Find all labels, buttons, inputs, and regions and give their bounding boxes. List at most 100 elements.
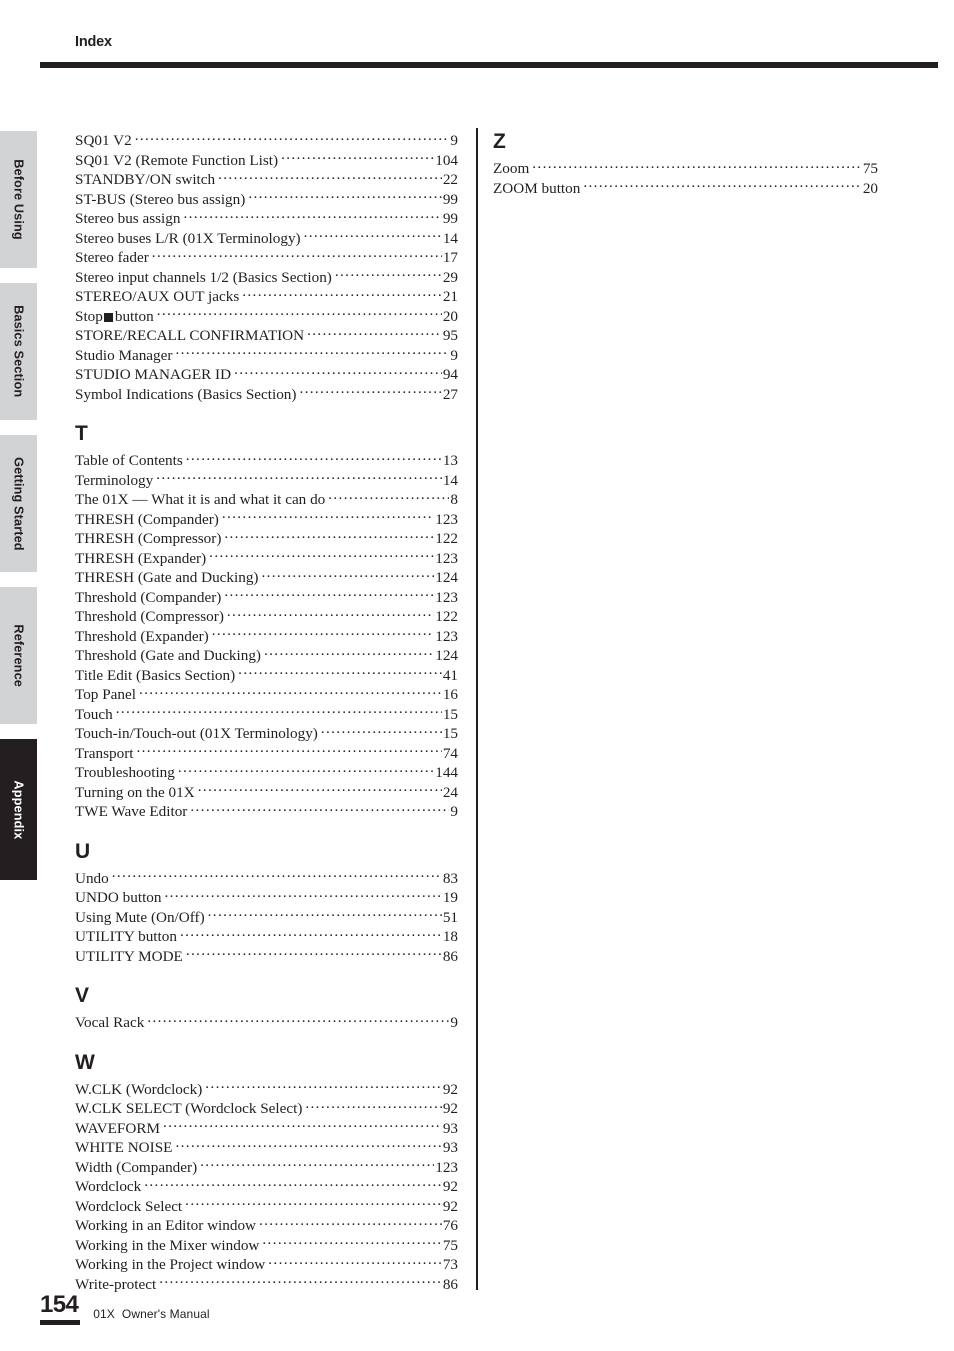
index-entry[interactable]: WHITE NOISE 93 [75, 1138, 458, 1158]
index-entry-label: Studio Manager [75, 346, 173, 364]
index-entry[interactable]: ZOOM button 20 [493, 179, 878, 199]
index-entry[interactable]: Working in the Mixer window 75 [75, 1236, 458, 1256]
index-entry-label: Touch [75, 705, 113, 723]
index-entry[interactable]: Touch 15 [75, 705, 458, 725]
index-entry[interactable]: Width (Compander) 123 [75, 1158, 458, 1178]
index-entry[interactable]: Wordclock Select 92 [75, 1197, 458, 1217]
index-entry[interactable]: Threshold (Compander) 123 [75, 588, 458, 608]
index-entry[interactable]: STUDIO MANAGER ID 94 [75, 365, 458, 385]
index-entry[interactable]: THRESH (Compander) 123 [75, 510, 458, 530]
section-tab-appendix[interactable]: Appendix [0, 739, 37, 880]
index-entry-page-number: 8 [450, 491, 458, 508]
index-entry-page-number: 75 [862, 160, 878, 177]
index-entry-page-number: 13 [442, 452, 458, 469]
index-entry[interactable]: Symbol Indications (Basics Section) 27 [75, 385, 458, 405]
index-entry-page-number: 124 [435, 647, 458, 664]
section-tab-getting-started[interactable]: Getting Started [0, 435, 37, 572]
index-entry[interactable]: THRESH (Compressor) 122 [75, 529, 458, 549]
index-entry-page-number: 41 [442, 666, 458, 684]
index-entry[interactable]: STORE/RECALL CONFIRMATION 95 [75, 326, 458, 346]
index-entry[interactable]: Title Edit (Basics Section) 41 [75, 666, 458, 686]
index-entry[interactable]: THRESH (Expander) 123 [75, 549, 458, 569]
index-entry[interactable]: Using Mute (On/Off) 51 [75, 908, 458, 928]
index-entry[interactable]: Touch-in/Touch-out (01X Terminology) 15 [75, 724, 458, 744]
index-entry-dot-leader [135, 131, 450, 145]
index-entry[interactable]: Working in an Editor window 76 [75, 1216, 458, 1236]
index-entry-page-number: 15 [442, 725, 458, 742]
index-entry[interactable]: Top Panel 16 [75, 685, 458, 705]
index-entry-label: Table of Contents [75, 452, 183, 469]
index-entry[interactable]: Undo 83 [75, 869, 458, 889]
index-entry[interactable]: UTILITY MODE 86 [75, 947, 458, 967]
index-entry[interactable]: W.CLK (Wordclock) 92 [75, 1080, 458, 1100]
index-entry[interactable]: Write-protect 86 [75, 1275, 458, 1295]
index-entry[interactable]: W.CLK SELECT (Wordclock Select) 92 [75, 1099, 458, 1119]
index-entry-dot-leader [185, 1197, 442, 1211]
stop-square-icon [103, 312, 113, 322]
section-tab-before-using[interactable]: Before Using [0, 131, 37, 268]
index-entry-label: WHITE NOISE [75, 1139, 173, 1156]
index-entry-label: THRESH (Expander) [75, 549, 207, 567]
index-entry-page-number: 9 [450, 132, 458, 149]
index-entry-dot-leader [234, 365, 442, 379]
index-entry-page-number: 99 [442, 210, 458, 227]
index-entry[interactable]: Wordclock 92 [75, 1177, 458, 1197]
index-entry[interactable]: UNDO button 19 [75, 888, 458, 908]
index-entry[interactable]: Stereo buses L/R (01X Terminology) 14 [75, 229, 458, 249]
index-entry-dot-leader [532, 159, 862, 173]
index-entry[interactable]: Transport 74 [75, 744, 458, 764]
index-entry[interactable]: Vocal Rack 9 [75, 1013, 458, 1033]
index-entry[interactable]: The 01X — What it is and what it can do 8 [75, 490, 458, 510]
index-entry[interactable]: ST-BUS (Stereo bus assign) 99 [75, 190, 458, 210]
index-entry-dot-leader [335, 268, 442, 282]
index-entry-page-number: 122 [435, 608, 458, 625]
index-entry[interactable]: SQ01 V2 9 [75, 131, 458, 151]
index-entry[interactable]: Threshold (Gate and Ducking) 124 [75, 646, 458, 666]
index-entry[interactable]: Zoom 75 [493, 159, 878, 179]
index-entry-page-number: 86 [442, 947, 458, 965]
index-entry[interactable]: Terminology 14 [75, 471, 458, 491]
index-entry-label: The 01X — What it is and what it can do [75, 491, 326, 508]
index-entry-label: Threshold (Gate and Ducking) [75, 647, 261, 664]
index-entry[interactable]: STEREO/AUX OUT jacks 21 [75, 287, 458, 307]
index-entry-label: UTILITY button [75, 928, 177, 945]
index-entry-dot-leader [186, 947, 442, 961]
index-entry[interactable]: Turning on the 01X 24 [75, 783, 458, 803]
index-entry[interactable]: WAVEFORM 93 [75, 1119, 458, 1139]
index-entry[interactable]: SQ01 V2 (Remote Function List) 104 [75, 151, 458, 171]
index-entry-label: Threshold (Expander) [75, 627, 209, 645]
index-entry-dot-leader [186, 451, 442, 465]
index-entry[interactable]: Stereo bus assign 99 [75, 209, 458, 229]
section-tab-reference[interactable]: Reference [0, 587, 37, 724]
index-entry[interactable]: THRESH (Gate and Ducking) 124 [75, 568, 458, 588]
index-entry-dot-leader [137, 744, 442, 758]
index-entry-page-number: 9 [450, 1014, 458, 1031]
index-entry[interactable]: UTILITY button 18 [75, 927, 458, 947]
header-rule-divider [40, 62, 938, 68]
section-tab-strip: Before Using Basics Section Getting Starte… [0, 131, 37, 895]
index-entry-label: WAVEFORM [75, 1119, 160, 1137]
index-entry[interactable]: TWE Wave Editor 9 [75, 802, 458, 822]
section-tab-basics-section[interactable]: Basics Section [0, 283, 37, 420]
index-entry[interactable]: Troubleshooting 144 [75, 763, 458, 783]
index-entry[interactable]: Studio Manager 9 [75, 346, 458, 366]
index-entry[interactable]: Threshold (Expander) 123 [75, 627, 458, 647]
index-entry-label: ST-BUS (Stereo bus assign) [75, 190, 246, 208]
index-entry[interactable]: Stop button 20 [75, 307, 458, 327]
index-entry-page-number: 124 [435, 569, 458, 586]
index-entry[interactable]: Stereo fader 17 [75, 248, 458, 268]
index-entry-page-number: 21 [442, 288, 458, 305]
index-entry-dot-leader [305, 1099, 441, 1113]
index-entry[interactable]: Table of Contents 13 [75, 451, 458, 471]
index-entry-label: Working in the Mixer window [75, 1236, 260, 1254]
index-entry-label: Working in an Editor window [75, 1217, 257, 1234]
index-entry-page-number: 20 [442, 307, 458, 325]
index-entry-dot-leader [268, 1255, 442, 1269]
index-entry[interactable]: Threshold (Compressor) 122 [75, 607, 458, 627]
index-entry[interactable]: Working in the Project window 73 [75, 1255, 458, 1275]
index-entry-label: THRESH (Gate and Ducking) [75, 569, 259, 586]
index-entry[interactable]: STANDBY/ON switch 22 [75, 170, 458, 190]
index-entry[interactable]: Stereo input channels 1/2 (Basics Sectio… [75, 268, 458, 288]
column-divider [476, 128, 478, 1290]
index-column-left: SQ01 V2 9 SQ01 V2 (Remote Function List) 10… [75, 131, 458, 1294]
